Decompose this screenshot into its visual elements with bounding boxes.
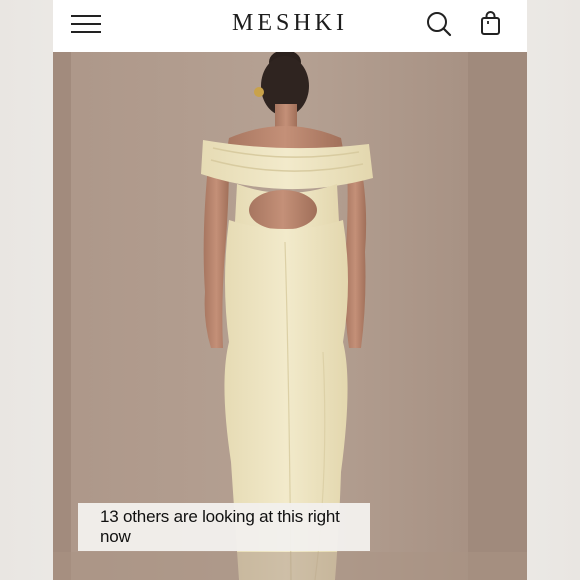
live-viewers-text: 13 others are looking at this right now xyxy=(100,507,340,546)
live-viewers-notice: 13 others are looking at this right now xyxy=(78,503,370,551)
product-image[interactable] xyxy=(53,52,527,580)
brand-logo[interactable]: MESHKI xyxy=(53,10,527,37)
search-icon[interactable] xyxy=(425,10,453,38)
product-page: MESHKI 13 others are looking at this rig… xyxy=(53,0,527,580)
shopping-bag-icon[interactable] xyxy=(477,10,505,38)
site-header: MESHKI xyxy=(53,0,527,52)
